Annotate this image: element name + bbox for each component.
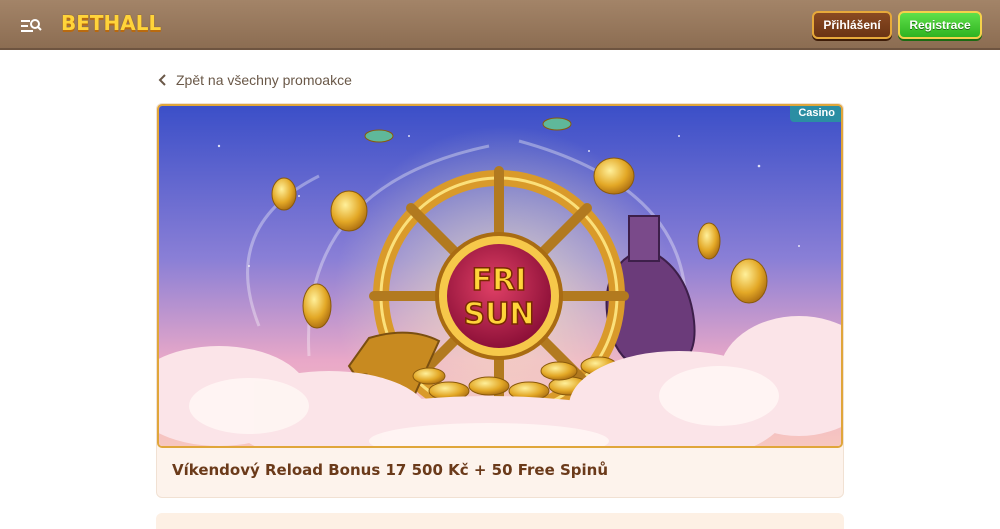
promo-title[interactable]: Víkendový Reload Bonus 17 500 Kč + 50 Fr…: [172, 461, 608, 479]
promo-banner-image[interactable]: FRI SUN Casino: [157, 104, 843, 448]
back-to-promotions-link[interactable]: Zpět na všechny promoakce: [158, 70, 352, 90]
category-tag-casino: Casino: [790, 106, 841, 122]
login-button[interactable]: Přihlášení: [812, 11, 892, 39]
menu-search-icon[interactable]: [20, 15, 42, 35]
banner-text-sun: SUN: [463, 297, 534, 332]
promo-card[interactable]: FRI SUN Casino Víkendový Reload Bonus 17…: [156, 103, 844, 498]
top-header: BETHALL Přihlášení Registrace: [0, 0, 1000, 50]
chevron-left-icon: [158, 74, 166, 86]
next-section-card: [156, 513, 844, 529]
register-button[interactable]: Registrace: [898, 11, 982, 39]
banner-text-fri: FRI: [472, 263, 527, 298]
back-link-label: Zpět na všechny promoakce: [176, 72, 352, 88]
bethall-logo[interactable]: BETHALL: [61, 11, 161, 35]
